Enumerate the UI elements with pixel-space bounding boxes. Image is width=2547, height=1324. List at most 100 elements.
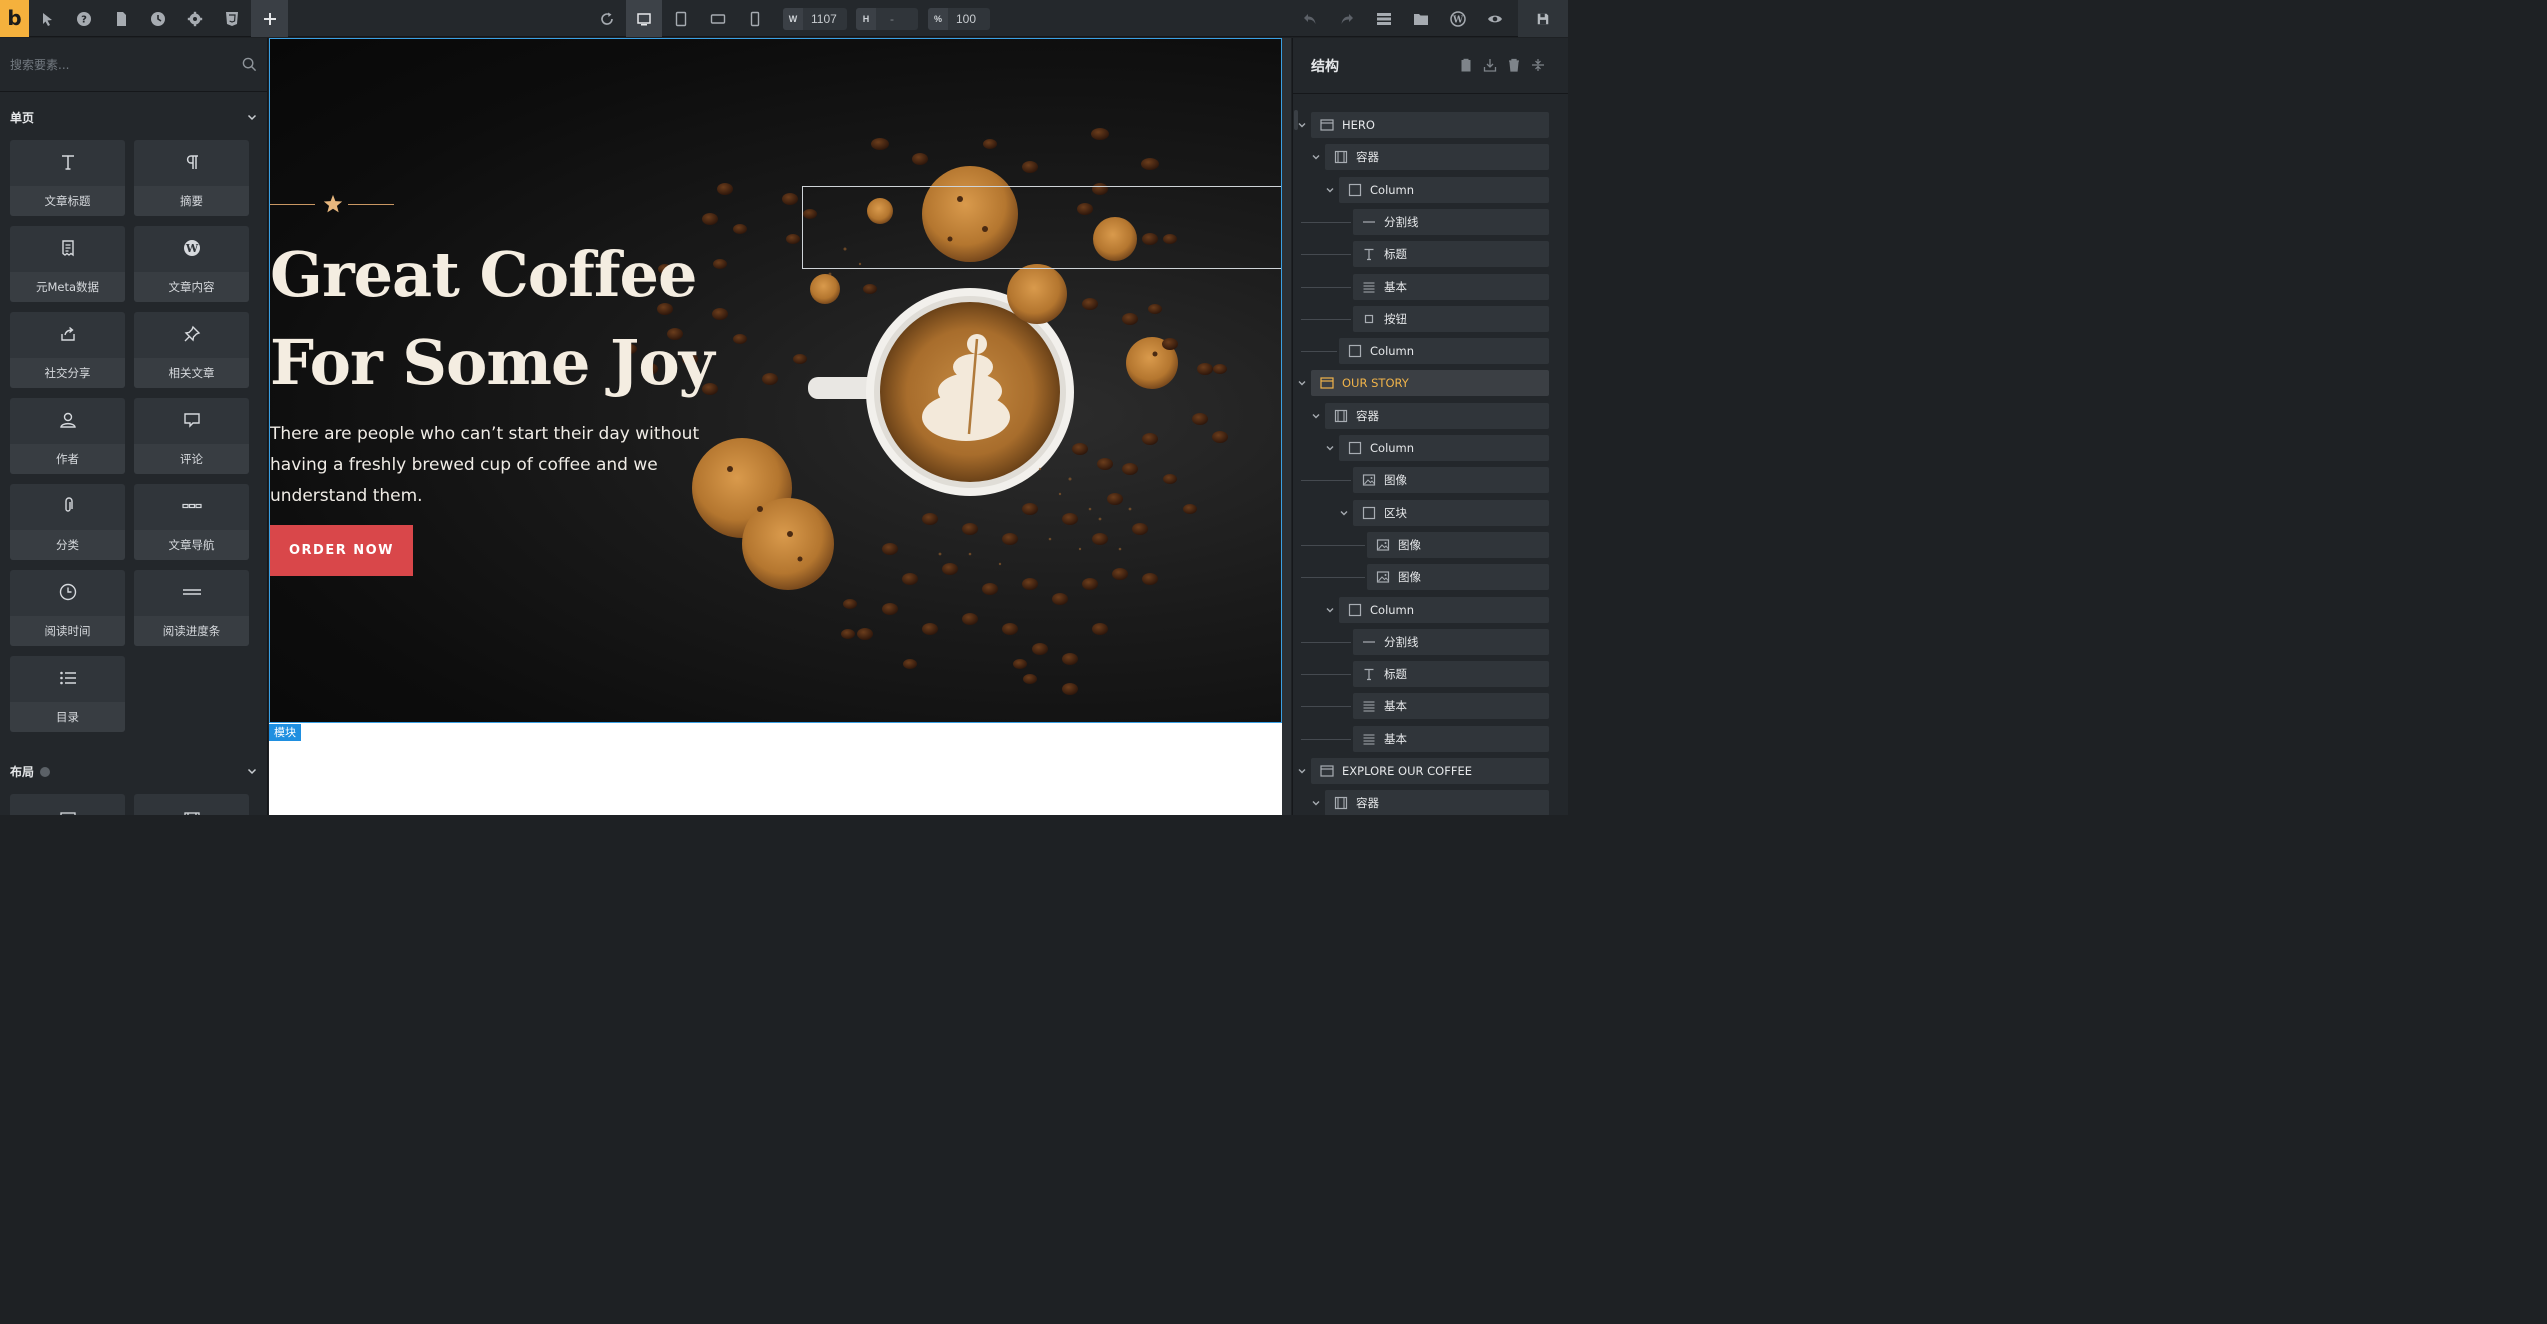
- element-post-content[interactable]: W 文章内容: [134, 226, 249, 302]
- tree-row-column[interactable]: Column: [1339, 597, 1549, 623]
- mobile-landscape-icon[interactable]: [700, 0, 736, 37]
- tree-row-hero[interactable]: HERO: [1311, 112, 1549, 138]
- container-icon: [1334, 409, 1348, 423]
- element-layout-section[interactable]: [10, 794, 125, 815]
- chevron-down-icon[interactable]: [1297, 766, 1307, 776]
- chevron-down-icon[interactable]: [1311, 152, 1321, 162]
- element-label: 文章内容: [134, 272, 249, 302]
- tree-row-column[interactable]: Column: [1339, 177, 1549, 203]
- element-post-meta[interactable]: 元Meta数据: [10, 226, 125, 302]
- settings-icon[interactable]: [177, 0, 213, 37]
- trash-icon[interactable]: [1507, 58, 1521, 72]
- element-label: 阅读时间: [10, 616, 125, 646]
- desktop-breakpoint-icon[interactable]: [626, 0, 662, 37]
- tree-row-column[interactable]: Column: [1339, 435, 1549, 461]
- canvas-scrollbar[interactable]: [1282, 38, 1291, 815]
- zoom-value[interactable]: 100: [948, 12, 984, 26]
- wordpress-icon[interactable]: W: [1440, 0, 1476, 37]
- tablet-portrait-icon[interactable]: [663, 0, 699, 37]
- tree-row-分割线[interactable]: 分割线: [1353, 629, 1549, 655]
- download-icon[interactable]: [1483, 58, 1497, 72]
- tree-row-explore-our-coffee[interactable]: EXPLORE OUR COFFEE: [1311, 758, 1549, 784]
- tree-row-label: 图像: [1398, 538, 1421, 552]
- element-post-title[interactable]: 文章标题: [10, 140, 125, 216]
- element-table-of-contents[interactable]: 目录: [10, 656, 125, 732]
- element-comments[interactable]: 评论: [134, 398, 249, 474]
- chevron-down-icon[interactable]: [1339, 508, 1349, 518]
- chevron-down-icon[interactable]: [1325, 185, 1335, 195]
- tree-row-标题[interactable]: 标题: [1353, 241, 1549, 267]
- tree-row-分割线[interactable]: 分割线: [1353, 209, 1549, 235]
- pages-icon[interactable]: [103, 0, 139, 37]
- tree-row-容器[interactable]: 容器: [1325, 144, 1549, 170]
- element-social-share[interactable]: 社交分享: [10, 312, 125, 388]
- mobile-portrait-icon[interactable]: [737, 0, 773, 37]
- structure-icon[interactable]: [1366, 0, 1402, 37]
- tree-connector: [1301, 577, 1365, 578]
- save-button[interactable]: [1518, 0, 1568, 37]
- undo-icon[interactable]: [1292, 0, 1328, 37]
- html5-icon[interactable]: [214, 0, 250, 37]
- chevron-down-icon[interactable]: [1297, 378, 1307, 388]
- section-header-single[interactable]: 单页: [10, 106, 258, 128]
- tree-row-our-story[interactable]: OUR STORY: [1311, 370, 1549, 396]
- comment-icon: [183, 413, 200, 428]
- element-layout-container[interactable]: [134, 794, 249, 815]
- tree-connector: [1301, 545, 1365, 546]
- element-post-navigation[interactable]: 文章导航: [134, 484, 249, 560]
- refresh-icon[interactable]: [589, 0, 625, 37]
- chevron-down-icon[interactable]: [1297, 120, 1307, 130]
- hero-text[interactable]: There are people who can’t start their d…: [270, 419, 750, 512]
- tree-row-基本[interactable]: 基本: [1353, 726, 1549, 752]
- tree-row-基本[interactable]: 基本: [1353, 274, 1549, 300]
- tree-row-label: 区块: [1384, 506, 1407, 520]
- tree-row-图像[interactable]: 图像: [1367, 564, 1549, 590]
- search-icon[interactable]: [242, 57, 257, 72]
- tree-row-图像[interactable]: 图像: [1367, 532, 1549, 558]
- canvas-height-field[interactable]: H -: [856, 8, 918, 30]
- tree-row-容器[interactable]: 容器: [1325, 790, 1549, 815]
- canvas-width-field[interactable]: W 1107: [783, 8, 847, 30]
- tree-row-标题[interactable]: 标题: [1353, 661, 1549, 687]
- builder-canvas[interactable]: Great Coffee For Some Joy There are peop…: [269, 38, 1291, 815]
- history-icon[interactable]: [140, 0, 176, 37]
- zoom-field[interactable]: % 100: [928, 8, 990, 30]
- height-value[interactable]: -: [876, 12, 902, 26]
- order-now-button[interactable]: ORDER NOW: [270, 525, 413, 576]
- info-icon[interactable]: [40, 767, 51, 777]
- help-icon[interactable]: ?: [66, 0, 102, 37]
- add-elements-icon[interactable]: [251, 0, 288, 37]
- pointer-icon[interactable]: [29, 0, 65, 37]
- module-tag[interactable]: 模块: [269, 724, 301, 741]
- search-input[interactable]: [10, 54, 230, 76]
- element-author[interactable]: 作者: [10, 398, 125, 474]
- paragraph-icon: [186, 155, 198, 169]
- element-taxonomy[interactable]: 分类: [10, 484, 125, 560]
- element-reading-time[interactable]: 阅读时间: [10, 570, 125, 646]
- section-header-layout[interactable]: 布局: [10, 760, 258, 782]
- element-reading-progress[interactable]: 阅读进度条: [134, 570, 249, 646]
- tree-row-区块[interactable]: 区块: [1353, 500, 1549, 526]
- hero-section[interactable]: Great Coffee For Some Joy There are peop…: [269, 38, 1282, 723]
- tree-row-基本[interactable]: 基本: [1353, 693, 1549, 719]
- redo-icon[interactable]: [1329, 0, 1365, 37]
- preview-eye-icon[interactable]: [1477, 0, 1513, 37]
- next-section-area[interactable]: [269, 723, 1282, 815]
- chevron-down-icon[interactable]: [1311, 411, 1321, 421]
- chevron-down-icon[interactable]: [1311, 798, 1321, 808]
- hero-heading[interactable]: Great Coffee For Some Joy: [270, 231, 830, 407]
- folder-icon[interactable]: [1403, 0, 1439, 37]
- tree-row-按钮[interactable]: 按钮: [1353, 306, 1549, 332]
- container-icon: [1334, 150, 1348, 164]
- element-excerpt[interactable]: 摘要: [134, 140, 249, 216]
- clipboard-icon[interactable]: [1459, 58, 1473, 72]
- collapse-icon[interactable]: [1531, 58, 1545, 72]
- element-related-posts[interactable]: 相关文章: [134, 312, 249, 388]
- tree-row-容器[interactable]: 容器: [1325, 403, 1549, 429]
- width-value[interactable]: 1107: [803, 12, 845, 26]
- tree-row-图像[interactable]: 图像: [1353, 467, 1549, 493]
- chevron-down-icon[interactable]: [1325, 605, 1335, 615]
- chevron-down-icon[interactable]: [1325, 443, 1335, 453]
- tree-row-column[interactable]: Column: [1339, 338, 1549, 364]
- bricks-logo[interactable]: b: [0, 0, 29, 37]
